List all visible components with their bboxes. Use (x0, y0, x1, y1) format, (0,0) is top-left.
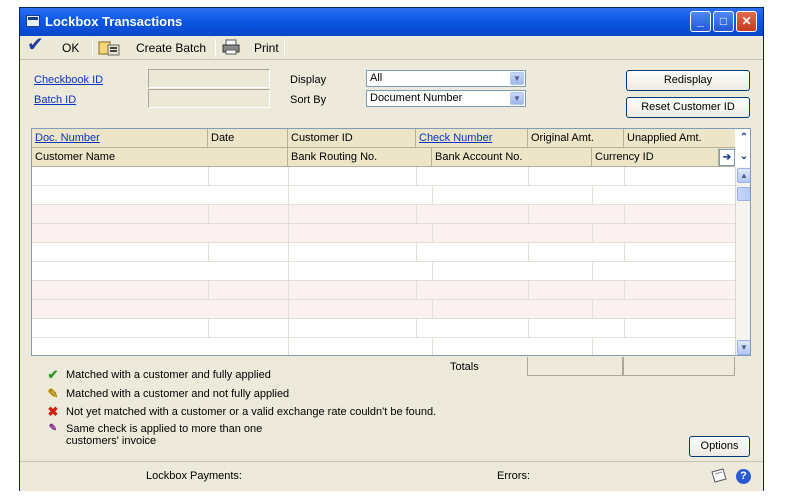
checkbook-id-link[interactable]: Checkbook ID (34, 74, 103, 86)
legend-text: Same check is applied to more than one (66, 423, 263, 435)
col-customer-id[interactable]: Customer ID (288, 129, 416, 148)
totals-unapplied-amt (623, 357, 735, 376)
grid-header-row-1: Doc. Number Date Customer ID Check Numbe… (32, 129, 735, 148)
form-area: Checkbook ID Batch ID Display All ▼ Sort… (20, 61, 763, 461)
ok-button[interactable]: OK (62, 40, 79, 56)
col-doc-number[interactable]: Doc. Number (32, 129, 208, 148)
display-value: All (370, 72, 383, 84)
scroll-up-icon[interactable]: ▲ (737, 168, 750, 183)
reset-customer-id-button[interactable]: Reset Customer ID (626, 97, 750, 118)
col-original-amt[interactable]: Original Amt. (528, 129, 624, 148)
table-row[interactable] (32, 300, 735, 319)
print-button[interactable]: Print (254, 40, 279, 56)
window-title: Lockbox Transactions (45, 14, 183, 29)
grid-vertical-scrollbar[interactable]: ▲ ▼ (735, 167, 750, 355)
table-row[interactable] (32, 205, 735, 224)
lockbox-transactions-window: Lockbox Transactions _ □ ✕ ✔ OK Create B… (19, 7, 764, 491)
table-row[interactable] (32, 243, 735, 262)
table-row[interactable] (32, 319, 735, 338)
redisplay-button[interactable]: Redisplay (626, 70, 750, 91)
expand-arrow-icon[interactable]: ➔ (719, 149, 735, 166)
chevron-down-icon[interactable]: ▼ (510, 92, 524, 105)
batch-id-field (148, 89, 270, 108)
display-label: Display (290, 74, 327, 86)
maximize-button[interactable]: □ (713, 11, 734, 32)
errors-label: Errors: (497, 470, 530, 482)
double-chevron-down-icon[interactable]: ⌄ (736, 149, 750, 166)
transactions-grid: Doc. Number Date Customer ID Check Numbe… (31, 128, 751, 356)
legend-item: ✖ Not yet matched with a customer or a v… (48, 405, 437, 419)
legend-item: ✎ Same check is applied to more than one… (49, 423, 263, 447)
create-batch-icon[interactable] (98, 39, 120, 56)
display-select[interactable]: All ▼ (366, 70, 526, 87)
scroll-down-icon[interactable]: ▼ (737, 340, 750, 355)
window-icon (26, 15, 40, 27)
legend-text: Matched with a customer and not fully ap… (66, 388, 290, 400)
col-date[interactable]: Date (208, 129, 288, 148)
double-chevron-up-icon[interactable]: ⌃ (736, 130, 750, 147)
checkbook-id-field (148, 69, 270, 88)
col-bank-routing-no[interactable]: Bank Routing No. (288, 148, 432, 167)
table-row[interactable] (32, 262, 735, 281)
col-bank-account-no[interactable]: Bank Account No. (432, 148, 592, 167)
col-currency-id[interactable]: Currency ID (592, 148, 719, 167)
pencil-icon: ✎ (47, 386, 59, 401)
col-unapplied-amt[interactable]: Unapplied Amt. (624, 129, 735, 148)
status-bar: Lockbox Payments: Errors: ? (20, 461, 763, 491)
legend-text: Matched with a customer and fully applie… (66, 369, 271, 381)
table-row[interactable] (32, 167, 735, 186)
table-row[interactable] (32, 338, 735, 355)
table-row[interactable] (32, 281, 735, 300)
close-button[interactable]: ✕ (736, 11, 757, 32)
col-customer-name[interactable]: Customer Name (32, 148, 288, 167)
grid-header-row-2: Customer Name Bank Routing No. Bank Acco… (32, 148, 735, 167)
scroll-thumb[interactable] (737, 187, 750, 201)
legend-text-line2: customers' invoice (66, 435, 157, 447)
help-icon[interactable]: ? (736, 469, 751, 484)
sort-by-select[interactable]: Document Number ▼ (366, 90, 526, 107)
table-row[interactable] (32, 224, 735, 243)
checkmark-icon: ✔ (47, 367, 59, 382)
col-check-number[interactable]: Check Number (416, 129, 528, 148)
title-bar: Lockbox Transactions _ □ ✕ (20, 8, 763, 36)
printer-icon[interactable] (222, 39, 240, 55)
legend-item: ✎ Matched with a customer and not fully … (48, 387, 290, 401)
sort-by-value: Document Number (370, 92, 463, 104)
totals-label: Totals (450, 361, 479, 373)
options-button[interactable]: Options (689, 436, 750, 457)
batch-id-link[interactable]: Batch ID (34, 94, 76, 106)
table-row[interactable] (32, 186, 735, 205)
ok-checkmark-icon[interactable]: ✔ (27, 35, 44, 55)
red-x-icon: ✖ (47, 404, 59, 419)
legend-text: Not yet matched with a customer or a val… (66, 406, 437, 418)
sort-by-label: Sort By (290, 94, 327, 106)
grid-rows (32, 167, 735, 355)
minimize-button[interactable]: _ (690, 11, 711, 32)
totals-original-amt (527, 357, 623, 376)
legend-item: ✔ Matched with a customer and fully appl… (48, 368, 271, 382)
toolbar: ✔ OK Create Batch Print (20, 35, 763, 60)
note-icon[interactable] (710, 468, 728, 487)
lockbox-payments-label: Lockbox Payments: (146, 470, 242, 482)
multi-apply-icon: ✎ (48, 423, 58, 434)
chevron-down-icon[interactable]: ▼ (510, 72, 524, 85)
create-batch-button[interactable]: Create Batch (136, 40, 206, 56)
